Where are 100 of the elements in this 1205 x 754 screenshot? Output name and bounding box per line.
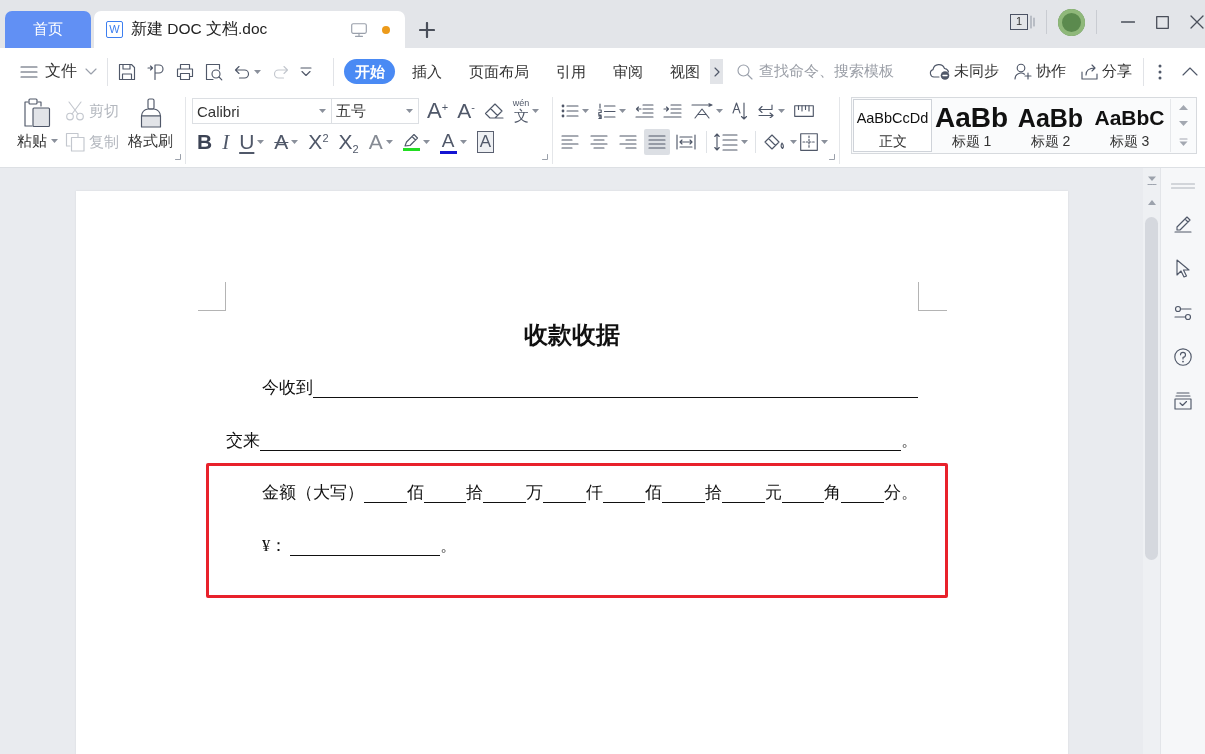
caret-icon[interactable] xyxy=(741,140,748,144)
field-label: 金额（大写） xyxy=(262,483,364,503)
dialog-launcher-icon[interactable] xyxy=(175,154,181,160)
format-painter-tool[interactable]: 格式刷 xyxy=(128,97,173,164)
scrollbar-thumb[interactable] xyxy=(1145,217,1158,560)
chevron-down-icon[interactable] xyxy=(85,68,97,75)
font-size-dropdown[interactable]: 五号 xyxy=(332,98,419,124)
caret-icon[interactable] xyxy=(790,140,797,144)
increase-indent-icon[interactable] xyxy=(663,104,682,118)
font-name-dropdown[interactable]: Calibri xyxy=(192,98,332,124)
expand-gallery-icon[interactable] xyxy=(1178,138,1188,147)
caret-icon[interactable] xyxy=(716,109,723,113)
caret-icon[interactable] xyxy=(619,109,626,113)
dialog-launcher-icon[interactable] xyxy=(542,154,548,160)
borders-icon[interactable] xyxy=(800,133,818,151)
dialog-launcher-icon[interactable] xyxy=(829,154,835,160)
pen-icon[interactable] xyxy=(1174,215,1192,233)
strikethrough-tool[interactable]: A xyxy=(274,129,289,155)
save-icon[interactable] xyxy=(118,62,136,81)
panel-handle-icon[interactable] xyxy=(1171,183,1195,189)
caret-icon[interactable] xyxy=(459,140,467,144)
undo-icon[interactable] xyxy=(234,64,251,79)
numbered-list-icon[interactable] xyxy=(598,103,616,119)
style-preset[interactable]: AaBbCcDd 正文 xyxy=(853,99,932,152)
close-icon[interactable] xyxy=(1190,15,1204,29)
decrease-indent-icon[interactable] xyxy=(635,104,654,118)
paragraph-marks-icon[interactable] xyxy=(757,104,775,118)
document-icon: W xyxy=(106,21,123,38)
caret-icon[interactable] xyxy=(532,109,540,113)
ribbon-tab[interactable]: 引用 xyxy=(545,59,596,84)
printer-icon[interactable] xyxy=(176,62,194,81)
style-preset[interactable]: AaBb 标题 1 xyxy=(932,99,1011,152)
font-color-tool[interactable]: A xyxy=(439,129,457,155)
margin-corner-mark xyxy=(198,282,226,311)
caret-icon[interactable] xyxy=(254,69,261,74)
collapse-icon[interactable] xyxy=(1182,67,1198,76)
cursor-icon[interactable] xyxy=(1176,259,1190,278)
caret-icon[interactable] xyxy=(778,109,785,113)
avatar[interactable] xyxy=(1058,8,1085,36)
more-icon[interactable] xyxy=(1158,63,1162,80)
superscript-tool[interactable]: X$^{2}$ xyxy=(308,129,329,155)
italic-tool[interactable]: I xyxy=(222,129,230,155)
align-center-icon xyxy=(590,135,608,149)
underline-tool[interactable]: U xyxy=(239,129,255,155)
subscript-tool[interactable]: X$_{2}$ xyxy=(338,129,359,155)
caret-icon[interactable] xyxy=(582,109,589,113)
bullet-list-icon[interactable] xyxy=(561,104,579,118)
phonetic-guide-tool[interactable]: wén 文 xyxy=(512,99,530,123)
maximize-icon[interactable] xyxy=(1156,15,1169,29)
paint-bucket-icon[interactable] xyxy=(763,133,787,151)
text-layout-icon[interactable] xyxy=(691,103,713,119)
caret-icon[interactable] xyxy=(422,140,430,144)
scroll-up-icon[interactable] xyxy=(1178,104,1188,110)
caret-icon[interactable] xyxy=(385,140,393,144)
scroll-down-icon[interactable] xyxy=(1178,121,1188,127)
ribbon-tab[interactable]: 审阅 xyxy=(602,59,653,84)
eraser-icon[interactable] xyxy=(483,102,504,120)
caret-icon[interactable] xyxy=(50,139,58,143)
window-count[interactable]: 1 xyxy=(1010,14,1028,30)
ruler-icon[interactable] xyxy=(794,105,814,117)
character-border-tool[interactable]: A xyxy=(476,131,494,153)
align-left-icon xyxy=(561,135,579,149)
collaborate-action[interactable]: 协作 xyxy=(1014,62,1066,81)
bold-tool[interactable]: B xyxy=(197,129,213,155)
justify-tool[interactable] xyxy=(644,129,670,155)
sort-icon[interactable] xyxy=(732,102,748,120)
file-menu[interactable]: 文件 xyxy=(45,61,77,82)
monitor-icon[interactable] xyxy=(351,22,367,37)
ribbon-tab[interactable]: 页面布局 xyxy=(458,59,539,84)
print-preview-icon[interactable] xyxy=(205,62,223,81)
chevron-right-icon[interactable] xyxy=(713,66,720,77)
ribbon-tab[interactable]: 视图 xyxy=(659,59,710,84)
customize-icon[interactable] xyxy=(300,66,312,77)
caret-icon[interactable] xyxy=(406,109,413,113)
grow-font-tool[interactable]: A$^{+}$ xyxy=(427,98,449,124)
highlighter-icon xyxy=(403,133,420,147)
caret-icon[interactable] xyxy=(291,140,299,144)
caret-icon[interactable] xyxy=(319,109,326,113)
line-spacing-icon[interactable] xyxy=(714,133,738,151)
shrink-font-tool[interactable]: A$^{-}$ xyxy=(457,98,475,124)
share-action[interactable]: 分享 xyxy=(1081,62,1132,81)
paste-tool[interactable]: 粘贴 xyxy=(12,97,62,164)
caret-icon[interactable] xyxy=(257,140,265,144)
scroll-up-icon[interactable] xyxy=(1147,200,1156,205)
sync-status[interactable]: 未同步 xyxy=(929,62,999,81)
document-tab[interactable]: W 新建 DOC 文档.doc xyxy=(94,11,405,48)
caret-icon[interactable] xyxy=(821,140,828,144)
ribbon-tab[interactable]: 插入 xyxy=(401,59,452,84)
split-view-icon[interactable] xyxy=(1146,176,1157,186)
menu-icon[interactable] xyxy=(20,65,38,78)
plus-icon[interactable] xyxy=(419,21,435,38)
help-icon[interactable] xyxy=(1174,348,1192,366)
more-tabs-button[interactable] xyxy=(710,59,723,84)
style-preset[interactable]: AaBbC 标题 3 xyxy=(1090,99,1169,152)
inbox-check-icon[interactable] xyxy=(1174,392,1192,410)
field-label: ¥： xyxy=(262,536,288,556)
field-label: 今收到 xyxy=(262,378,313,398)
export-icon[interactable] xyxy=(147,62,165,81)
sliders-icon[interactable] xyxy=(1174,304,1192,322)
style-preset[interactable]: AaBb 标题 2 xyxy=(1011,99,1090,152)
